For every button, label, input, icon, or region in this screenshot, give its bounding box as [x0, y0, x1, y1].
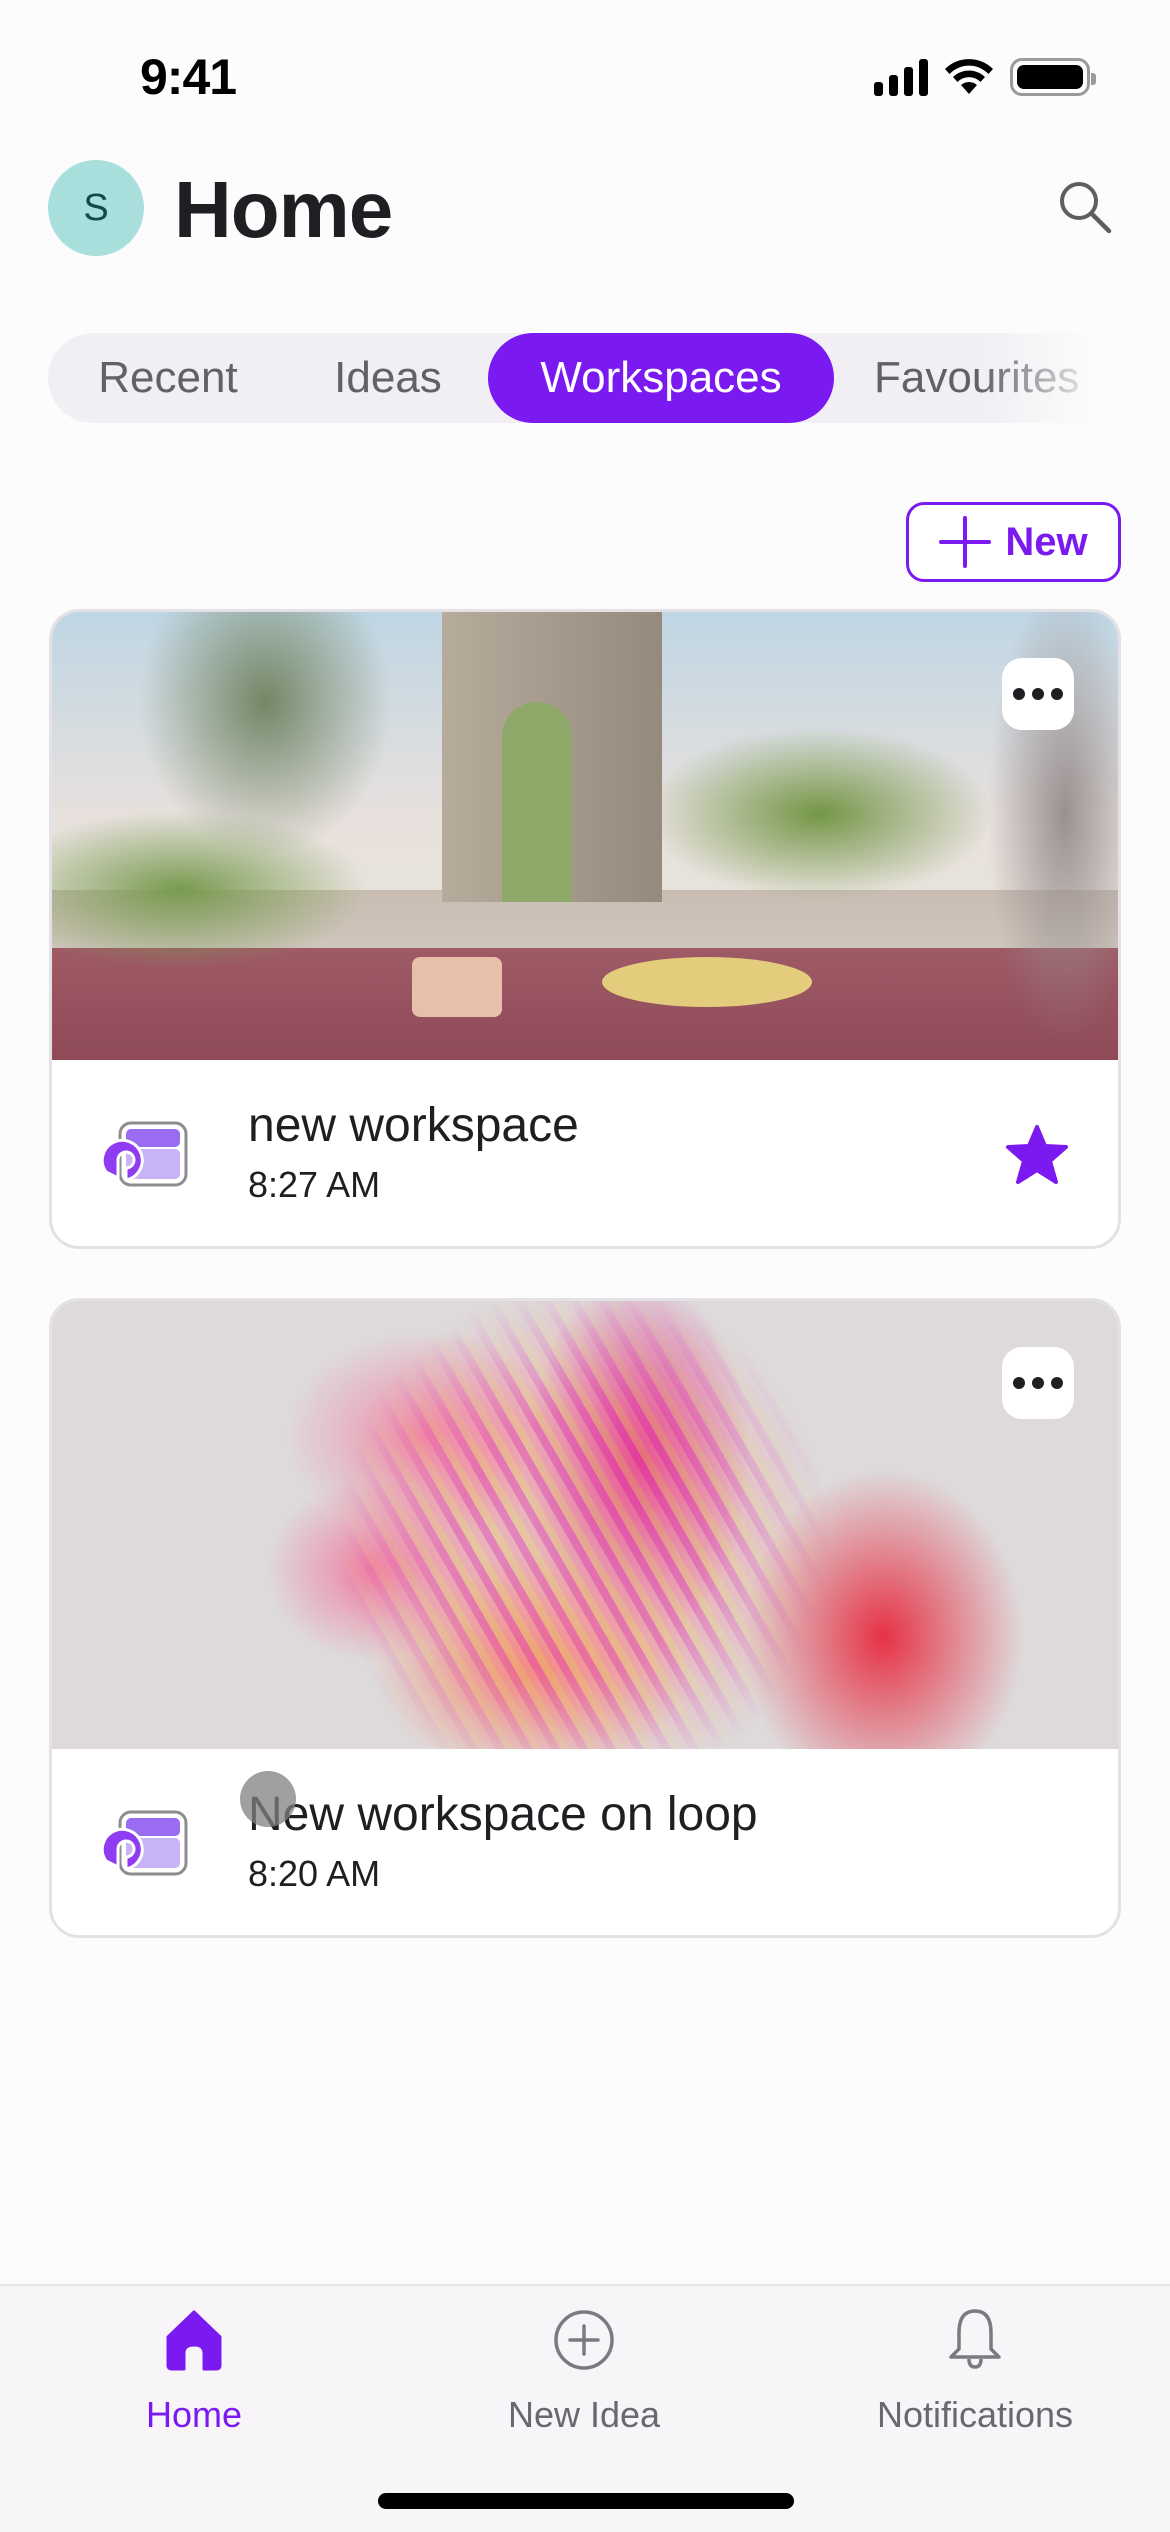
favourite-button[interactable] [1002, 1120, 1072, 1190]
cover-stool-shape [412, 957, 502, 1017]
tab-recent[interactable]: Recent [48, 333, 288, 423]
workspace-card-footer: New workspace on loop 8:20 AM [52, 1749, 1118, 1935]
add-circle-icon [554, 2310, 614, 2370]
workspace-title: new workspace [248, 1099, 579, 1152]
workspace-time: 8:20 AM [248, 1853, 381, 1894]
new-workspace-button[interactable]: New [906, 502, 1121, 582]
cellular-signal-icon [874, 58, 928, 96]
more-options-button[interactable] [1002, 658, 1074, 730]
bell-icon [949, 2309, 1001, 2369]
tab-favourites[interactable]: Favourites [834, 333, 1114, 423]
nav-new-idea-label: New Idea [507, 2394, 661, 2435]
loop-workspace-icon [102, 1121, 188, 1187]
nav-notifications[interactable]: Notifications [825, 2300, 1125, 2450]
tab-workspaces[interactable]: Workspaces [488, 333, 834, 423]
page-title: Home [174, 165, 393, 254]
search-icon [1060, 182, 1112, 234]
star-filled-icon [1006, 1125, 1068, 1184]
avatar[interactable]: S [48, 160, 144, 256]
nav-home-label: Home [145, 2394, 243, 2435]
more-dot [1051, 1377, 1063, 1389]
cover-table-shape [602, 957, 812, 1007]
more-horizontal-icon [1013, 688, 1025, 700]
workspace-card[interactable]: New workspace on loop 8:20 AM [49, 1298, 1121, 1938]
loop-workspace-icon [102, 1810, 188, 1876]
touch-indicator [240, 1771, 296, 1827]
tab-ideas[interactable]: Ideas [288, 333, 488, 423]
header: S Home [0, 150, 1170, 270]
battery-icon [1010, 58, 1096, 96]
workspace-cover-image[interactable] [52, 612, 1118, 1060]
status-icons [874, 58, 1096, 96]
status-bar: 9:41 [0, 0, 1170, 150]
plus-icon [939, 516, 992, 568]
workspace-time: 8:27 AM [248, 1164, 381, 1205]
new-button-label: New [1005, 519, 1088, 564]
workspace-title: New workspace on loop [248, 1788, 758, 1841]
cover-swirl-shape [332, 1301, 832, 1749]
search-button[interactable] [1050, 172, 1120, 242]
home-indicator[interactable] [378, 2493, 794, 2509]
more-options-button[interactable] [1002, 1347, 1074, 1419]
nav-notifications-label: Notifications [876, 2394, 1074, 2435]
status-time: 9:41 [140, 49, 237, 105]
more-dot [1051, 688, 1063, 700]
workspace-card[interactable]: new workspace 8:27 AM [49, 609, 1121, 1249]
wifi-icon [945, 59, 993, 94]
workspace-card-footer: new workspace 8:27 AM [52, 1060, 1118, 1246]
nav-new-idea[interactable]: New Idea [434, 2300, 734, 2450]
more-dot [1032, 1377, 1044, 1389]
more-horizontal-icon [1013, 1377, 1025, 1389]
more-dot [1032, 688, 1044, 700]
cover-arch-shape [502, 702, 572, 902]
segmented-tabs: Recent Ideas Workspaces Favourites [48, 333, 1120, 423]
home-icon [166, 2310, 222, 2371]
workspace-cover-image[interactable] [52, 1301, 1118, 1749]
nav-home[interactable]: Home [44, 2300, 344, 2450]
